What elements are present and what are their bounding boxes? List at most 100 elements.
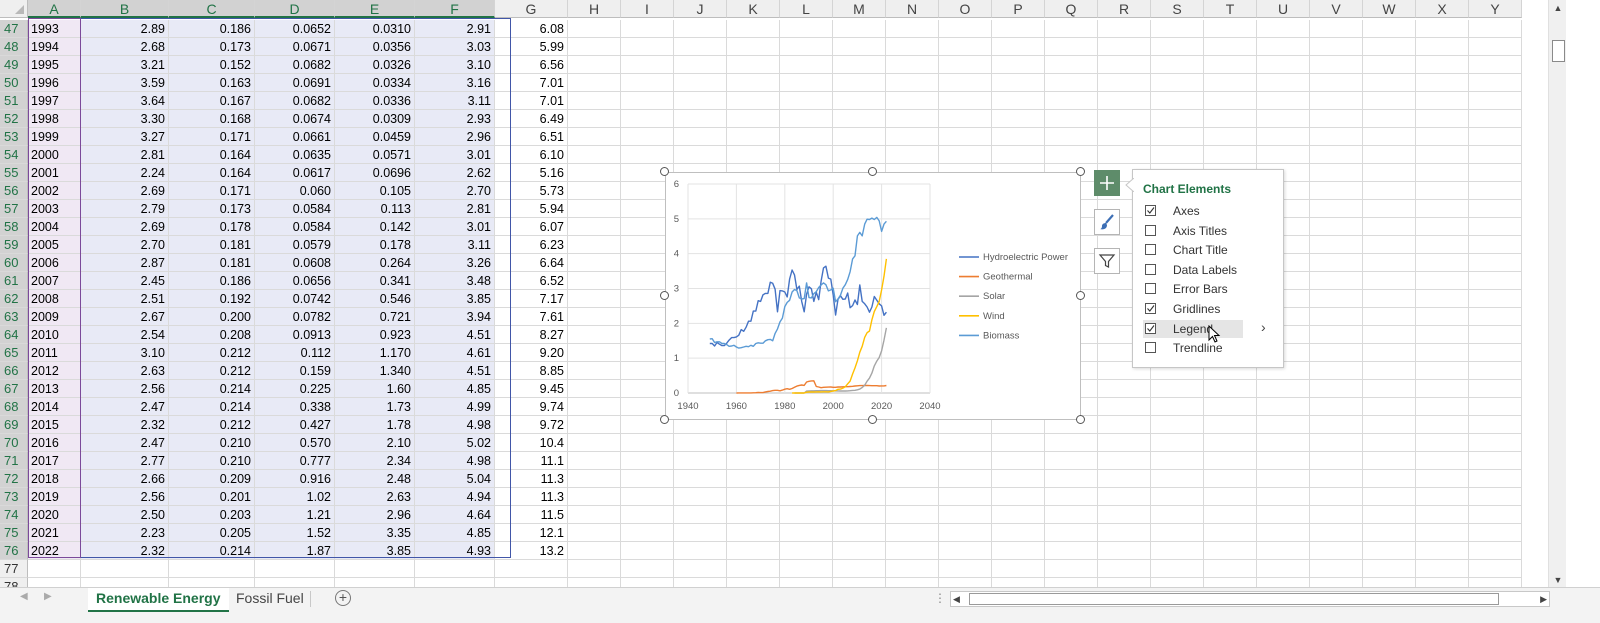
cell-empty[interactable] — [780, 470, 833, 489]
row-header[interactable]: 73 — [0, 488, 28, 507]
cell-empty[interactable] — [568, 254, 621, 273]
cell-empty[interactable] — [1416, 542, 1469, 561]
tab-renewable-energy[interactable]: Renewable Energy — [88, 588, 229, 612]
cell-empty[interactable] — [674, 470, 727, 489]
cell-a[interactable]: 2009 — [28, 308, 81, 327]
cell-c[interactable]: 0.171 — [169, 128, 255, 147]
cell-empty[interactable] — [674, 146, 727, 165]
row-header[interactable]: 52 — [0, 110, 28, 129]
chart-element-trendline[interactable]: Trendline — [1143, 339, 1243, 357]
cell-e[interactable]: 0.0356 — [335, 38, 415, 57]
column-header-v[interactable]: V — [1310, 0, 1363, 18]
cell-d[interactable]: 0.0661 — [255, 128, 335, 147]
cell-empty[interactable] — [1363, 344, 1416, 363]
cell-c[interactable]: 0.212 — [169, 362, 255, 381]
cell-empty[interactable] — [1363, 182, 1416, 201]
cell-g[interactable]: 5.16 — [495, 164, 568, 183]
cell-empty[interactable] — [780, 542, 833, 561]
cell-empty[interactable] — [621, 506, 674, 525]
cell-f[interactable]: 3.01 — [415, 218, 495, 237]
cell-empty[interactable] — [1469, 416, 1522, 435]
cell-empty[interactable] — [568, 416, 621, 435]
cell-empty[interactable] — [1310, 92, 1363, 111]
cell-b[interactable]: 2.47 — [81, 434, 169, 453]
row-header[interactable]: 75 — [0, 524, 28, 543]
cell-empty[interactable] — [1310, 542, 1363, 561]
chart-element-axis-titles[interactable]: Axis Titles — [1143, 222, 1243, 240]
hscroll-thumb[interactable] — [969, 593, 1499, 605]
cell-empty[interactable] — [621, 488, 674, 507]
cell-a[interactable]: 2021 — [28, 524, 81, 543]
cell-empty[interactable] — [568, 326, 621, 345]
cell-empty[interactable] — [727, 524, 780, 543]
cell-empty[interactable] — [1204, 128, 1257, 147]
cell-a[interactable]: 2007 — [28, 272, 81, 291]
cell-empty[interactable] — [1416, 218, 1469, 237]
cell-empty[interactable] — [833, 560, 886, 579]
column-header-h[interactable]: H — [568, 0, 621, 18]
column-header-u[interactable]: U — [1257, 0, 1310, 18]
row-header[interactable]: 62 — [0, 290, 28, 309]
scroll-thumb[interactable] — [1552, 40, 1565, 62]
cell-c[interactable]: 0.201 — [169, 488, 255, 507]
cell-e[interactable]: 1.60 — [335, 380, 415, 399]
cell-empty[interactable] — [780, 146, 833, 165]
cell-a[interactable]: 1995 — [28, 56, 81, 75]
column-header-k[interactable]: K — [727, 0, 780, 18]
cell-empty[interactable] — [1310, 470, 1363, 489]
cell-e[interactable]: 0.721 — [335, 308, 415, 327]
cell-c[interactable]: 0.200 — [169, 308, 255, 327]
cell-e[interactable]: 0.546 — [335, 290, 415, 309]
cell-f[interactable]: 4.85 — [415, 380, 495, 399]
cell-empty[interactable] — [674, 542, 727, 561]
cell-f[interactable]: 2.96 — [415, 128, 495, 147]
row-header[interactable]: 65 — [0, 344, 28, 363]
cell-g[interactable]: 5.73 — [495, 182, 568, 201]
cell-g[interactable]: 6.23 — [495, 236, 568, 255]
cell-empty[interactable] — [1204, 470, 1257, 489]
resize-handle-n[interactable] — [868, 167, 877, 176]
cell-f[interactable]: 4.94 — [415, 488, 495, 507]
cell-d[interactable]: 0.916 — [255, 470, 335, 489]
chart-element-error-bars[interactable]: Error Bars — [1143, 280, 1243, 298]
row-header[interactable]: 64 — [0, 326, 28, 345]
row-header[interactable]: 77 — [0, 560, 28, 579]
cell-empty[interactable] — [886, 20, 939, 39]
cell-empty[interactable] — [939, 56, 992, 75]
cell-empty[interactable] — [1045, 506, 1098, 525]
cell-empty[interactable] — [1257, 470, 1310, 489]
cell-c[interactable]: 0.214 — [169, 398, 255, 417]
cell-a[interactable]: 2010 — [28, 326, 81, 345]
cell-empty[interactable] — [992, 488, 1045, 507]
cell-empty[interactable] — [1257, 506, 1310, 525]
cell-empty[interactable] — [1204, 20, 1257, 39]
cell-empty[interactable] — [886, 434, 939, 453]
cell-empty[interactable] — [1416, 488, 1469, 507]
cell-f[interactable]: 3.10 — [415, 56, 495, 75]
cell-empty[interactable] — [1363, 236, 1416, 255]
column-header-x[interactable]: X — [1416, 0, 1469, 18]
cell-a[interactable]: 1998 — [28, 110, 81, 129]
cell-empty[interactable] — [1098, 416, 1151, 435]
cell-empty[interactable] — [621, 560, 674, 579]
cell-f[interactable]: 3.11 — [415, 92, 495, 111]
cell-empty[interactable] — [780, 92, 833, 111]
cell-e[interactable]: 0.142 — [335, 218, 415, 237]
cell-g[interactable]: 6.52 — [495, 272, 568, 291]
cell-b[interactable]: 2.24 — [81, 164, 169, 183]
cell-empty[interactable] — [1363, 38, 1416, 57]
cell-c[interactable]: 0.214 — [169, 542, 255, 561]
cell-empty[interactable] — [1310, 110, 1363, 129]
cell-empty[interactable] — [1045, 56, 1098, 75]
cell-e[interactable]: 2.96 — [335, 506, 415, 525]
cell-empty[interactable] — [992, 506, 1045, 525]
cell-a[interactable]: 2012 — [28, 362, 81, 381]
cell-d[interactable]: 0.112 — [255, 344, 335, 363]
cell-empty[interactable] — [674, 560, 727, 579]
cell-empty[interactable] — [674, 110, 727, 129]
column-header-q[interactable]: Q — [1045, 0, 1098, 18]
column-header-o[interactable]: O — [939, 0, 992, 18]
cell-d[interactable]: 0.0579 — [255, 236, 335, 255]
cell-e[interactable]: 0.0334 — [335, 74, 415, 93]
row-header[interactable]: 59 — [0, 236, 28, 255]
